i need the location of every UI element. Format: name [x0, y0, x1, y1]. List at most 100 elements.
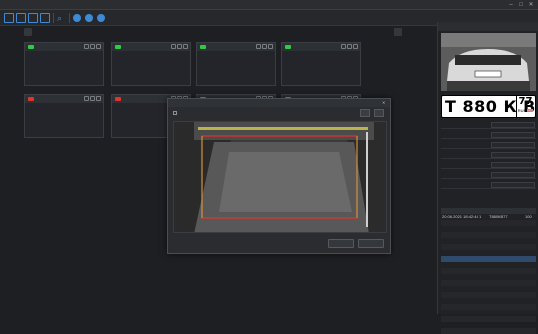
camera-card-row	[28, 78, 102, 83]
recognition-field-value[interactable]	[491, 172, 535, 178]
toolbar-separator	[53, 13, 54, 23]
status-indicator	[28, 97, 34, 101]
settings-icon[interactable]	[171, 44, 176, 49]
recognition-field	[441, 162, 536, 169]
camera-preview-image	[174, 122, 386, 232]
info-icon[interactable]	[97, 14, 105, 22]
camera-card-header	[282, 43, 360, 51]
flag-icon	[527, 109, 534, 113]
plate-country-code: RUS	[517, 108, 527, 113]
recognition-field-value[interactable]	[491, 122, 535, 128]
camera-card-actions	[255, 44, 273, 50]
camera-card-row	[200, 66, 274, 71]
recognition-field	[441, 152, 536, 159]
delete-icon[interactable]	[96, 96, 101, 101]
camera-card-row	[28, 124, 102, 129]
layout-3x3-icon[interactable]	[28, 13, 38, 23]
delete-icon[interactable]	[183, 44, 188, 49]
camera-preview[interactable]	[173, 121, 387, 233]
detection-area-checkbox[interactable]	[173, 111, 177, 115]
camera-card-row	[115, 60, 189, 65]
clear-area-button[interactable]	[360, 109, 370, 117]
camera-card[interactable]	[281, 42, 361, 86]
camera-card-row	[285, 54, 359, 59]
camera-card[interactable]	[24, 94, 104, 138]
panel-header	[438, 22, 538, 31]
recognition-field-value[interactable]	[491, 132, 535, 138]
tab-cameras[interactable]	[24, 28, 32, 36]
vehicle-photo[interactable]	[441, 33, 536, 91]
settings-icon[interactable]	[341, 44, 346, 49]
video-icon[interactable]	[262, 44, 267, 49]
camera-card-header	[25, 43, 103, 51]
camera-card-row	[28, 66, 102, 71]
plate-region: 77	[518, 96, 533, 107]
camera-card[interactable]	[111, 42, 191, 86]
recognition-field	[441, 182, 536, 189]
log-cell: 20.06.2021 18:42:44	[442, 214, 478, 219]
log-row[interactable]	[441, 328, 536, 334]
camera-card-row	[285, 78, 359, 83]
camera-card-row	[28, 72, 102, 77]
camera-card-header	[112, 43, 190, 51]
camera-card-row	[28, 112, 102, 117]
delete-icon[interactable]	[96, 44, 101, 49]
dialog-tabs: ✕	[168, 99, 390, 107]
camera-card-row	[200, 78, 274, 83]
vehicle-photo-image	[441, 33, 536, 91]
recognition-field-value[interactable]	[491, 142, 535, 148]
video-icon[interactable]	[177, 44, 182, 49]
log-cell: 100	[525, 214, 532, 219]
recognition-field	[441, 132, 536, 139]
recognition-field-value[interactable]	[491, 182, 535, 188]
camera-card-actions	[83, 96, 101, 102]
status-indicator	[115, 45, 121, 49]
plate-country: RUS	[517, 108, 534, 113]
camera-card-header	[197, 43, 275, 51]
close-icon[interactable]: ✕	[526, 1, 536, 9]
camera-settings-dialog: ✕	[167, 98, 391, 254]
camera-card-row	[115, 66, 189, 71]
settings-icon[interactable]	[84, 44, 89, 49]
close-icon[interactable]: ✕	[382, 100, 385, 106]
search-icon[interactable]: ⌕	[57, 13, 67, 23]
camera-card-row	[28, 130, 102, 135]
camera-card-row	[115, 72, 189, 77]
license-plate: Т 880 К В 77 RUS	[441, 95, 536, 118]
settings-icon[interactable]	[84, 96, 89, 101]
video-icon[interactable]	[90, 96, 95, 101]
status-indicator	[115, 97, 121, 101]
add-camera-button[interactable]	[394, 28, 402, 36]
recognition-field-value[interactable]	[491, 152, 535, 158]
layout-2x2-icon[interactable]	[16, 13, 26, 23]
camera-card-row	[28, 118, 102, 123]
cancel-button[interactable]	[358, 239, 384, 248]
network-icon[interactable]	[85, 14, 93, 22]
log-cell: Т880КВ77	[489, 214, 508, 219]
video-icon[interactable]	[347, 44, 352, 49]
camera-settings-icon[interactable]	[73, 14, 81, 22]
delete-icon[interactable]	[353, 44, 358, 49]
maximize-icon[interactable]: □	[516, 1, 526, 9]
save-button[interactable]	[328, 239, 354, 248]
status-indicator	[285, 45, 291, 49]
recognition-panel: Т 880 К В 77 RUS 20.06.2021 18:42:44 1 Т88…	[437, 22, 538, 334]
recognition-field-value[interactable]	[491, 162, 535, 168]
plate-region-block: 77 RUS	[516, 96, 534, 117]
camera-card[interactable]	[196, 42, 276, 86]
edit-area-button[interactable]	[374, 109, 384, 117]
video-icon[interactable]	[90, 44, 95, 49]
camera-card[interactable]	[24, 42, 104, 86]
camera-card-actions	[340, 44, 358, 50]
delete-icon[interactable]	[268, 44, 273, 49]
recognition-field	[441, 142, 536, 149]
layout-1x1-icon[interactable]	[4, 13, 14, 23]
minimize-icon[interactable]: –	[506, 1, 516, 9]
layout-4x4-icon[interactable]	[40, 13, 50, 23]
camera-card-row	[200, 54, 274, 59]
camera-card-row	[28, 60, 102, 65]
camera-card-row	[285, 72, 359, 77]
camera-card-row	[28, 106, 102, 111]
settings-icon[interactable]	[256, 44, 261, 49]
status-indicator	[28, 45, 34, 49]
